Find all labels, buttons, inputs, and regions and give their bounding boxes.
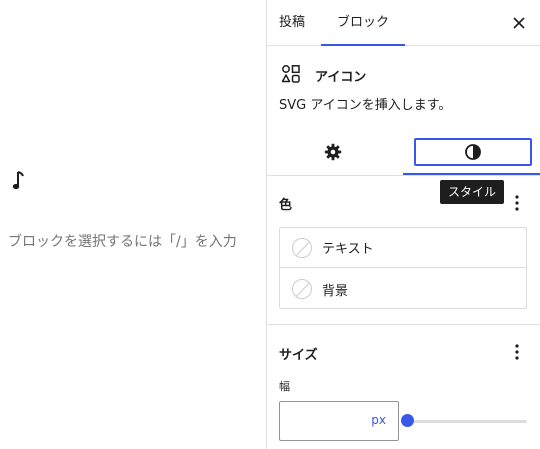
empty-swatch-icon bbox=[292, 279, 312, 299]
block-description: SVG アイコンを挿入します。 bbox=[279, 98, 452, 113]
color-item-label: テキスト bbox=[322, 242, 374, 257]
color-options-button[interactable] bbox=[507, 191, 527, 215]
close-icon bbox=[513, 17, 525, 29]
width-input[interactable]: px bbox=[279, 401, 399, 441]
width-slider-track[interactable] bbox=[407, 420, 527, 423]
close-settings-button[interactable] bbox=[507, 11, 531, 35]
styles-tooltip: スタイル bbox=[440, 180, 505, 204]
size-panel-title: サイズ bbox=[279, 348, 318, 363]
width-slider-thumb[interactable] bbox=[401, 414, 414, 427]
contrast-icon bbox=[465, 144, 481, 160]
color-panel-title: 色 bbox=[279, 198, 293, 213]
settings-sidebar: 投稿 ブロック アイコン SVG アイコンを挿入します。 色 テキスト 背景 サ… bbox=[266, 0, 540, 449]
block-inspector-tabs bbox=[267, 130, 540, 176]
sidebar-tabs: 投稿 ブロック bbox=[267, 0, 540, 46]
more-vertical-icon bbox=[515, 344, 519, 360]
more-vertical-icon bbox=[515, 195, 519, 211]
tab-settings[interactable] bbox=[267, 130, 399, 174]
tab-post[interactable]: 投稿 bbox=[279, 0, 319, 46]
tab-styles[interactable] bbox=[414, 138, 532, 166]
tab-block[interactable]: ブロック bbox=[321, 0, 405, 46]
size-options-button[interactable] bbox=[507, 340, 527, 364]
shapes-icon bbox=[281, 65, 300, 83]
block-card: アイコン SVG アイコンを挿入します。 bbox=[267, 46, 540, 124]
color-list: テキスト 背景 bbox=[279, 227, 527, 309]
width-label: 幅 bbox=[279, 380, 290, 393]
empty-swatch-icon bbox=[292, 237, 312, 258]
color-item-background[interactable]: 背景 bbox=[280, 269, 526, 309]
block-placeholder[interactable]: ブロックを選択するには「/」を入力 bbox=[8, 231, 237, 251]
width-unit-select[interactable]: px bbox=[371, 413, 386, 427]
size-panel: サイズ 幅 px bbox=[267, 326, 540, 449]
color-item-label: 背景 bbox=[322, 283, 349, 299]
color-item-text[interactable]: テキスト bbox=[280, 228, 526, 268]
active-tab-indicator bbox=[403, 173, 540, 175]
editor-canvas: ブロックを選択するには「/」を入力 bbox=[0, 0, 266, 449]
block-title: アイコン bbox=[315, 70, 367, 85]
music-note-icon[interactable] bbox=[11, 170, 27, 192]
gear-icon bbox=[324, 143, 342, 161]
